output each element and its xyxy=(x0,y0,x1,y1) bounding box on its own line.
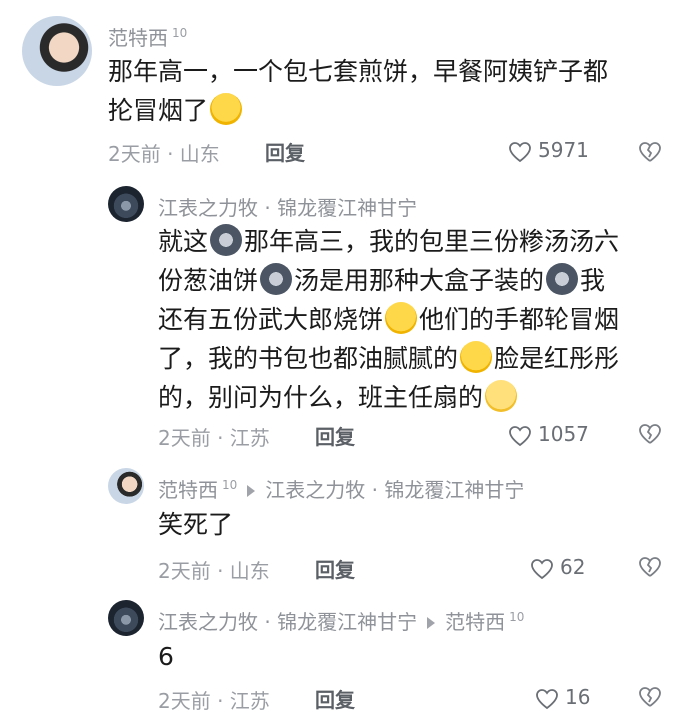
avatar[interactable] xyxy=(22,16,92,86)
heart-icon xyxy=(536,688,558,709)
level-badge: 10 xyxy=(509,610,525,625)
username[interactable]: 江表之力牧 · 锦龙覆江神甘宁 xyxy=(158,192,417,221)
comment-text-segment: 他们的手都轮冒烟 xyxy=(419,305,620,334)
timestamp-location: 2天前 · 山东 xyxy=(158,559,270,583)
avatar[interactable] xyxy=(108,468,144,504)
username[interactable]: 范特西 xyxy=(158,478,218,502)
reply-button[interactable]: 回复 xyxy=(315,554,355,583)
reply-button[interactable]: 回复 xyxy=(315,421,355,450)
broken-heart-icon[interactable] xyxy=(637,422,663,446)
like-count: 5971 xyxy=(538,138,589,162)
dizzy-face-emoji-icon xyxy=(485,380,518,412)
broken-heart-icon[interactable] xyxy=(637,140,663,164)
timestamp-location: 2天前 · 山东 xyxy=(108,142,220,166)
comment-text: 就这 那年高三，我的包里三份糁汤汤六 份葱油饼 汤是用那种大盒子装的 我 还有五份武大… xyxy=(158,222,678,417)
comment-text: 6 xyxy=(158,642,174,671)
avatar[interactable] xyxy=(108,186,144,222)
reply-to-username[interactable]: 江表之力牧 · 锦龙覆江神甘宁 xyxy=(265,478,524,502)
comment-text-segment: 份葱油饼 xyxy=(158,266,259,295)
dog-emoji-icon xyxy=(546,263,579,295)
like-button[interactable]: 5971 xyxy=(508,138,589,163)
comment-text-segment: 还有五份武大郎烧饼 xyxy=(158,305,384,334)
laughing-crying-emoji-icon xyxy=(385,302,418,334)
comment-text-segment: 我 xyxy=(580,266,606,295)
broken-heart-icon[interactable] xyxy=(637,555,663,579)
like-button[interactable]: 1057 xyxy=(508,422,589,447)
comment-text-segment: 脸是红彤彤 xyxy=(494,344,620,373)
reply-button[interactable]: 回复 xyxy=(315,684,355,713)
reply-to-username[interactable]: 范特西 xyxy=(445,610,505,634)
laughing-crying-emoji-icon xyxy=(460,341,493,373)
username[interactable]: 江表之力牧 · 锦龙覆江神甘宁 xyxy=(158,610,417,634)
crying-face-icon xyxy=(210,93,243,125)
reply-button[interactable]: 回复 xyxy=(265,137,305,166)
like-button[interactable]: 16 xyxy=(535,685,590,710)
heart-icon xyxy=(509,141,531,162)
timestamp-location: 2天前 · 江苏 xyxy=(158,426,270,450)
comment-text: 那年高一，一个包七套煎饼，早餐阿姨铲子都 抡冒烟了 xyxy=(108,52,668,130)
username[interactable]: 范特西 10 xyxy=(108,22,187,51)
reply-arrow-icon xyxy=(247,484,256,497)
comment-text-line: 那年高一，一个包七套煎饼，早餐阿姨铲子都 xyxy=(108,57,609,86)
like-count: 16 xyxy=(565,685,591,709)
comment-text-segment: 汤是用那种大盒子装的 xyxy=(294,266,545,295)
comment-text-segment: 的，别问为什么，班主任扇的 xyxy=(158,383,484,412)
comment-text: 笑死了 xyxy=(158,510,234,539)
avatar[interactable] xyxy=(108,600,144,636)
level-badge: 10 xyxy=(222,478,238,493)
comment-text-segment: 了，我的书包也都油腻腻的 xyxy=(158,344,459,373)
username-row: 范特西 10 江表之力牧 · 锦龙覆江神甘宁 xyxy=(158,474,524,503)
username-text[interactable]: 范特西 xyxy=(108,26,168,50)
like-count: 1057 xyxy=(538,422,589,446)
dog-emoji-icon xyxy=(210,224,243,256)
level-badge: 10 xyxy=(172,26,188,41)
broken-heart-icon[interactable] xyxy=(637,685,663,709)
timestamp-location: 2天前 · 江苏 xyxy=(158,689,270,713)
reply-arrow-icon xyxy=(427,616,436,629)
comment-text-segment: 就这 xyxy=(158,227,209,256)
username-row: 江表之力牧 · 锦龙覆江神甘宁 范特西 10 xyxy=(158,606,524,635)
dog-emoji-icon xyxy=(260,263,293,295)
like-count: 62 xyxy=(560,555,586,579)
comment-text-segment: 那年高三，我的包里三份糁汤汤六 xyxy=(244,227,620,256)
heart-icon xyxy=(509,425,531,446)
like-button[interactable]: 62 xyxy=(530,555,585,580)
heart-icon xyxy=(531,558,553,579)
comment-text-line: 抡冒烟了 xyxy=(108,96,209,125)
